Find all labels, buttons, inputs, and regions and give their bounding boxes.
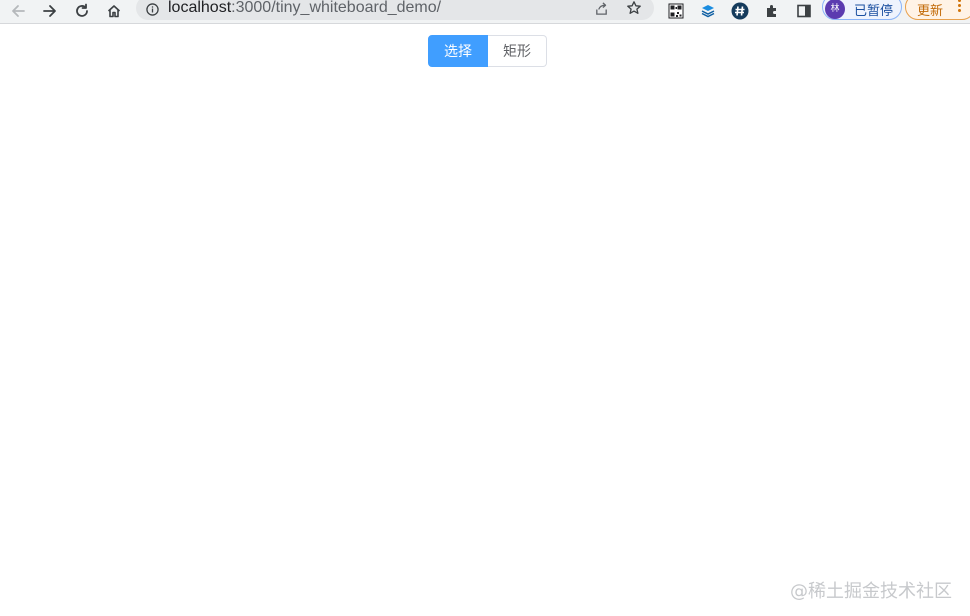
reload-icon (76, 3, 88, 17)
share-icon[interactable] (594, 1, 609, 16)
info-icon[interactable] (146, 3, 159, 16)
extension-hash-button[interactable] (728, 0, 752, 22)
avatar: 林 (825, 0, 845, 19)
address-url[interactable]: localhost:3000/tiny_whiteboard_demo/ (168, 0, 441, 17)
hash-icon (731, 2, 749, 20)
extension-layers-button[interactable] (696, 0, 720, 22)
home-icon (107, 5, 121, 18)
side-panel-icon (797, 4, 811, 18)
back-button[interactable] (6, 0, 30, 22)
whiteboard-canvas[interactable] (0, 76, 970, 616)
url-path: :3000/tiny_whiteboard_demo/ (231, 0, 442, 16)
reload-button[interactable] (70, 0, 94, 22)
select-mode-button[interactable]: 选择 (428, 35, 488, 67)
profile-status-label: 已暂停 (854, 4, 894, 19)
home-button[interactable] (102, 0, 126, 22)
layers-icon (701, 5, 715, 18)
watermark: @稀土掘金技术社区 (790, 581, 952, 602)
rectangle-mode-button[interactable]: 矩形 (488, 35, 547, 67)
kebab-menu-icon[interactable] (958, 0, 962, 15)
side-panel-button[interactable] (792, 0, 816, 22)
arrow-left-icon (12, 5, 25, 17)
puzzle-icon (767, 5, 776, 17)
profile-button[interactable]: 林 已暂停 (822, 0, 902, 20)
arrow-right-icon (43, 5, 56, 17)
extension-qr-button[interactable] (664, 0, 688, 22)
extensions-button[interactable] (760, 0, 784, 22)
qr-code-icon (668, 3, 684, 19)
browser-toolbar: localhost:3000/tiny_whiteboard_demo/ 林 已… (0, 0, 970, 24)
update-button[interactable]: 更新 (905, 0, 970, 20)
address-bar[interactable]: localhost:3000/tiny_whiteboard_demo/ (136, 0, 654, 20)
mode-toggle-group: 选择 矩形 (428, 35, 547, 67)
star-icon[interactable] (626, 0, 642, 16)
url-host: localhost (168, 0, 232, 16)
forward-button[interactable] (38, 0, 62, 22)
update-label: 更新 (917, 4, 944, 19)
